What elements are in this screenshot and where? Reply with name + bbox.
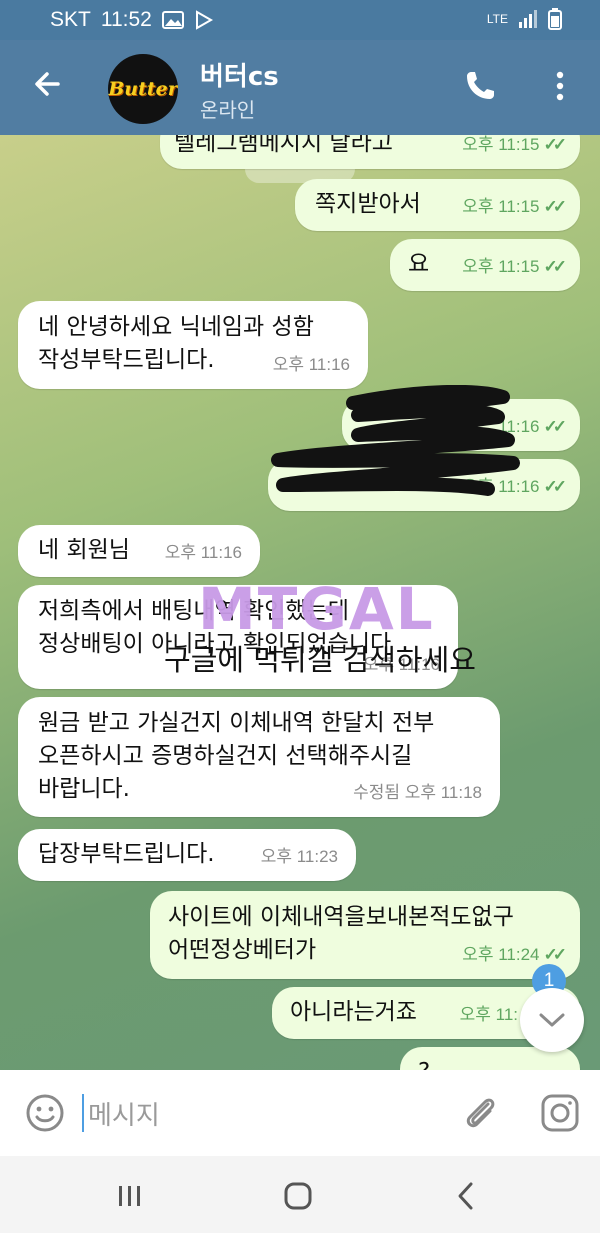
avatar[interactable]: Butter bbox=[108, 54, 178, 124]
message-time: 오후 11:15 bbox=[462, 135, 540, 154]
message-text: 텔레그램메시지 달라고 bbox=[174, 135, 393, 156]
message-time: 수정됨 오후 11:18 bbox=[353, 783, 482, 802]
message-bubble-outgoing[interactable]: 사이트에 이체내역을보내본적도없구 어떤정상베터가 오후 11:24 ✓✓ bbox=[150, 891, 580, 979]
message-text: 아니라는거죠 bbox=[290, 999, 417, 1025]
double-check-icon: ✓✓ bbox=[543, 477, 567, 496]
chat-header: Butter 버터cs 온라인 bbox=[0, 40, 600, 135]
message-text: ? bbox=[418, 1056, 430, 1070]
scroll-down-button[interactable] bbox=[520, 988, 584, 1052]
redaction-scribble bbox=[271, 385, 520, 496]
message-text: 쪽지받아서 bbox=[315, 191, 421, 217]
play-store-icon bbox=[195, 10, 213, 30]
message-time: 오후 11:15 bbox=[462, 197, 540, 216]
image-icon bbox=[161, 11, 184, 29]
chat-status: 온라인 bbox=[200, 98, 256, 122]
battery-icon bbox=[548, 8, 562, 30]
message-bubble-incoming[interactable]: 답장부탁드립니다. 오후 11:23 bbox=[18, 829, 356, 881]
paperclip-icon[interactable] bbox=[460, 1092, 502, 1134]
message-time: 오후 11:24 bbox=[462, 945, 540, 964]
navigation-bar bbox=[0, 1156, 600, 1233]
message-bubble-outgoing[interactable]: 쪽지받아서 오후 11:15 ✓✓ bbox=[295, 179, 580, 231]
chat-area[interactable]: 텔레그램메시지 달라고 오후 11:15 ✓✓ 쪽지받아서 오후 11:15 ✓✓ … bbox=[0, 135, 600, 1070]
message-time: 오후 11:23 bbox=[260, 847, 338, 866]
message-text: 네 회원님 bbox=[38, 537, 130, 563]
message-time: 오후 11:15 bbox=[462, 257, 540, 276]
arrow-left-icon[interactable] bbox=[28, 64, 68, 104]
message-time: 오후 11: bbox=[459, 1005, 518, 1024]
avatar-logo-text: Butter bbox=[108, 78, 178, 100]
network-label: LTE bbox=[486, 12, 508, 26]
double-check-icon: ✓✓ bbox=[543, 417, 567, 436]
chevron-down-icon bbox=[539, 1013, 565, 1027]
message-text: 답장부탁드립니다. bbox=[38, 841, 215, 867]
home-icon[interactable] bbox=[278, 1176, 318, 1216]
message-time: 오후 11:16 bbox=[362, 655, 440, 674]
text-caret bbox=[82, 1094, 84, 1132]
double-check-icon: ✓✓ bbox=[543, 257, 567, 276]
message-time: 오후 11:16 bbox=[272, 355, 350, 374]
message-bubble-outgoing[interactable]: 텔레그램메시지 달라고 오후 11:15 ✓✓ bbox=[160, 135, 580, 169]
message-bubble-incoming[interactable]: 네 안녕하세요 닉네임과 성함 작성부탁드립니다. 오후 11:16 bbox=[18, 301, 368, 389]
double-check-icon: ✓✓ bbox=[543, 197, 567, 216]
message-text: 요 bbox=[408, 251, 430, 277]
message-text: 저희측에서 배팅내역 확인했는데 정상배팅이 아니라고 확인되었습니다 bbox=[38, 598, 392, 657]
status-bar: SKT 11:52 LTE bbox=[0, 0, 600, 40]
message-bubble-incoming[interactable]: 원금 받고 가실건지 이체내역 한달치 전부 오픈하시고 증명하실건지 선택해주… bbox=[18, 697, 500, 817]
message-bubble-incoming[interactable]: 네 회원님 오후 11:16 bbox=[18, 525, 260, 577]
message-time: 오후 11:16 bbox=[164, 543, 242, 562]
emoji-icon[interactable] bbox=[24, 1092, 66, 1134]
message-input[interactable]: 메시지 bbox=[88, 1095, 160, 1132]
message-bubble-outgoing[interactable]: 요 오후 11:15 ✓✓ bbox=[390, 239, 580, 291]
chat-title[interactable]: 버터cs bbox=[200, 56, 279, 93]
recent-apps-icon[interactable] bbox=[110, 1176, 150, 1216]
more-vertical-icon[interactable] bbox=[542, 68, 578, 104]
signal-icon bbox=[519, 10, 537, 28]
nav-back-icon[interactable] bbox=[446, 1176, 486, 1216]
camera-icon[interactable] bbox=[539, 1092, 581, 1134]
message-input-bar: 메시지 bbox=[0, 1070, 600, 1156]
phone-icon[interactable] bbox=[462, 68, 498, 104]
clock: 11:52 bbox=[100, 8, 152, 31]
message-bubble-incoming[interactable]: 저희측에서 배팅내역 확인했는데 정상배팅이 아니라고 확인되었습니다 오후 1… bbox=[18, 585, 458, 689]
double-check-icon: ✓✓ bbox=[543, 135, 567, 154]
carrier: SKT bbox=[50, 8, 91, 31]
